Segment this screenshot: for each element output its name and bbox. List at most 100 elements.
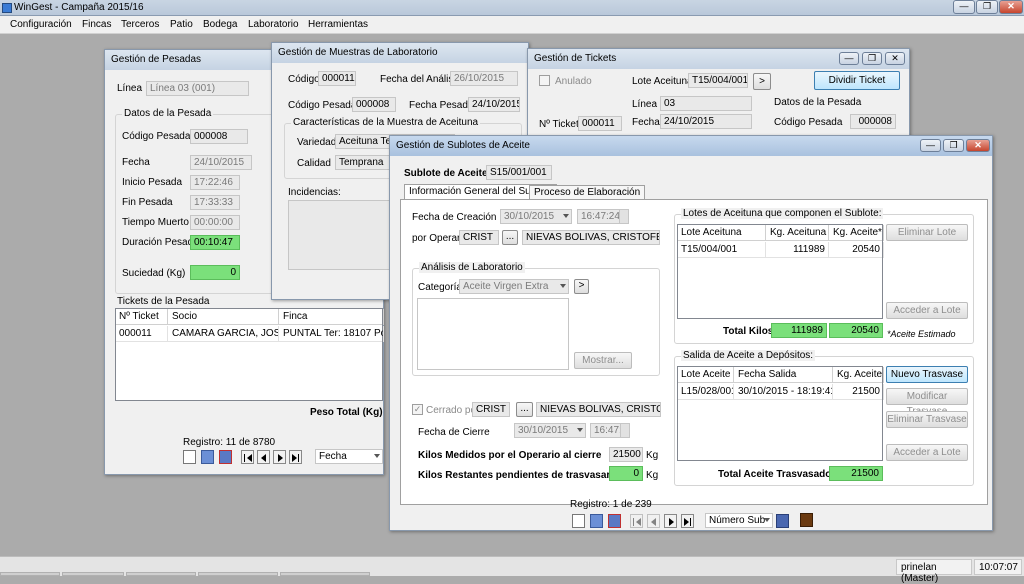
- delete-record-icon[interactable]: [219, 450, 232, 464]
- app-minimize-button[interactable]: —: [953, 0, 975, 14]
- last-record-button[interactable]: [681, 514, 694, 528]
- total-kilos-aceite-field[interactable]: 20540: [829, 323, 883, 338]
- kilos-restantes-field[interactable]: 0: [609, 466, 643, 481]
- total-kilos-aceituna-field[interactable]: 111989: [771, 323, 827, 338]
- tickets-lote-field[interactable]: T15/004/001: [688, 73, 748, 88]
- salida-col-lote[interactable]: Lote Aceite: [678, 367, 734, 383]
- first-record-button[interactable]: [241, 450, 254, 464]
- menu-bodega[interactable]: Bodega: [203, 19, 237, 30]
- table-row[interactable]: L15/028/001 30/10/2015 - 18:19:41 21500: [678, 384, 884, 400]
- edit-record-icon[interactable]: [590, 514, 603, 528]
- delete-record-icon[interactable]: [608, 514, 621, 528]
- tickets-col-socio[interactable]: Socio: [169, 309, 279, 325]
- table-row[interactable]: T15/004/001 111989 20540: [678, 242, 884, 258]
- muestras-codigo-field[interactable]: 000011: [318, 71, 356, 86]
- sublotes-minimize-button[interactable]: —: [920, 139, 941, 152]
- muestras-fecha-pesada-field[interactable]: 24/10/2015: [468, 97, 520, 112]
- app-close-button[interactable]: ✕: [999, 0, 1023, 14]
- mdi-minimized-tab[interactable]: [126, 572, 196, 576]
- sublote-field[interactable]: S15/001/001: [486, 165, 552, 180]
- menu-fincas[interactable]: Fincas: [82, 19, 111, 30]
- tab-proceso-elaboracion[interactable]: Proceso de Elaboración: [529, 185, 646, 200]
- eliminar-trasvase-button[interactable]: Eliminar Trasvase: [886, 411, 968, 428]
- edit-record-icon[interactable]: [201, 450, 214, 464]
- acceder-lote-salida-button[interactable]: Acceder a Lote: [886, 444, 968, 461]
- app-restore-button[interactable]: ❐: [976, 0, 998, 14]
- last-record-button[interactable]: [289, 450, 302, 464]
- tickets-codigo-pesada-field[interactable]: 000008: [850, 114, 896, 129]
- salida-grid[interactable]: Lote Aceite Fecha Salida Kg. Aceite L15/…: [677, 366, 884, 461]
- pesadas-codigo-field[interactable]: 000008: [190, 129, 248, 144]
- cerrado-checkbox[interactable]: ✓: [412, 404, 423, 415]
- prev-record-button[interactable]: [257, 450, 270, 464]
- tickets-restore-button[interactable]: ❐: [862, 52, 882, 65]
- hora-creacion-field[interactable]: 16:47:24: [577, 209, 629, 224]
- mostrar-button[interactable]: Mostrar...: [574, 352, 632, 369]
- tickets-close-button[interactable]: ✕: [885, 52, 905, 65]
- pesadas-muerto-field[interactable]: 00:00:00: [190, 215, 240, 230]
- menu-patio[interactable]: Patio: [170, 19, 193, 30]
- mdi-minimized-tab[interactable]: [198, 572, 278, 576]
- mdi-minimized-tab[interactable]: [280, 572, 370, 576]
- operario-browse-button[interactable]: ...: [502, 230, 518, 245]
- hora-cierre-field[interactable]: 16:47:42: [590, 423, 630, 438]
- fecha-creacion-field[interactable]: 30/10/2015: [500, 209, 572, 224]
- analisis-list[interactable]: [417, 298, 569, 370]
- pesadas-fin-field[interactable]: 17:33:33: [190, 195, 240, 210]
- menu-herramientas[interactable]: Herramientas: [308, 19, 368, 30]
- total-trasvasado-field[interactable]: 21500: [829, 466, 883, 481]
- lotes-col-kg-aceituna[interactable]: Kg. Aceituna: [767, 225, 829, 241]
- kilos-medidos-field[interactable]: 21500: [609, 447, 643, 462]
- tickets-col-finca[interactable]: Finca: [280, 309, 384, 325]
- tickets-linea-field[interactable]: 03: [660, 96, 752, 111]
- sublotes-restore-button[interactable]: ❐: [943, 139, 964, 152]
- exit-door-icon[interactable]: [800, 513, 813, 527]
- cerrado-browse-button[interactable]: ...: [516, 402, 533, 417]
- lotes-grid[interactable]: Lote Aceituna Kg. Aceituna Kg. Aceite* T…: [677, 224, 884, 319]
- modificar-trasvase-button[interactable]: Modificar Trasvase: [886, 388, 968, 417]
- new-record-icon[interactable]: [183, 450, 196, 464]
- operario-name-field[interactable]: NIEVAS BOLIVAS, CRISTOFER: [522, 230, 660, 245]
- tickets-minimize-button[interactable]: —: [839, 52, 859, 65]
- mdi-minimized-tab[interactable]: [0, 572, 60, 576]
- categoria-goto-button[interactable]: >: [574, 279, 589, 294]
- search-icon[interactable]: [776, 514, 789, 528]
- prev-record-button[interactable]: [647, 514, 660, 528]
- operario-code-field[interactable]: CRIST: [459, 230, 499, 245]
- muestras-codigo-pesada-field[interactable]: 000008: [352, 97, 396, 112]
- salida-col-kg[interactable]: Kg. Aceite: [834, 367, 884, 383]
- cerrado-name-field[interactable]: NIEVAS BOLIVAS, CRISTOFER: [536, 402, 661, 417]
- muestras-fecha-analisis-field[interactable]: 26/10/2015: [450, 71, 518, 86]
- pesadas-linea-select[interactable]: Línea 03 (001): [146, 81, 249, 96]
- pesadas-order-select[interactable]: Fecha: [315, 449, 383, 464]
- lotes-col-lote[interactable]: Lote Aceituna: [678, 225, 766, 241]
- first-record-button[interactable]: [630, 514, 643, 528]
- table-row[interactable]: 000011 CAMARA GARCIA, JOSE ... PUNTAL Te…: [116, 326, 384, 342]
- tickets-nticket-field[interactable]: 000011: [578, 116, 622, 131]
- next-record-button[interactable]: [273, 450, 286, 464]
- mdi-minimized-tab[interactable]: [62, 572, 124, 576]
- pesadas-inicio-field[interactable]: 17:22:46: [190, 175, 240, 190]
- tickets-fecha-field[interactable]: 24/10/2015: [660, 114, 752, 129]
- nuevo-trasvase-button[interactable]: Nuevo Trasvase: [886, 366, 968, 383]
- menu-terceros[interactable]: Terceros: [121, 19, 159, 30]
- tickets-lote-goto-button[interactable]: >: [753, 73, 771, 90]
- eliminar-lote-button[interactable]: Eliminar Lote: [886, 224, 968, 241]
- pesadas-duracion-field[interactable]: 00:10:47: [190, 235, 240, 250]
- pesadas-fecha-field[interactable]: 24/10/2015: [190, 155, 252, 170]
- pesadas-suciedad-field[interactable]: 0: [190, 265, 240, 280]
- fecha-cierre-field[interactable]: 30/10/2015: [514, 423, 586, 438]
- menu-laboratorio[interactable]: Laboratorio: [248, 19, 299, 30]
- acceder-lote-button[interactable]: Acceder a Lote: [886, 302, 968, 319]
- new-record-icon[interactable]: [572, 514, 585, 528]
- next-record-button[interactable]: [664, 514, 677, 528]
- sublotes-order-select[interactable]: Número Sub: [705, 513, 773, 528]
- dividir-ticket-button[interactable]: Dividir Ticket: [814, 71, 900, 90]
- tickets-anulado-checkbox[interactable]: [539, 75, 550, 86]
- sublotes-close-button[interactable]: ✕: [966, 139, 990, 152]
- menu-configuracion[interactable]: Configuración: [10, 19, 72, 30]
- categoria-select[interactable]: Aceite Virgen Extra: [459, 279, 569, 294]
- cerrado-code-field[interactable]: CRIST: [472, 402, 510, 417]
- salida-col-fecha[interactable]: Fecha Salida: [735, 367, 833, 383]
- pesadas-tickets-grid[interactable]: Nº Ticket Socio Finca 000011 CAMARA GARC…: [115, 308, 384, 401]
